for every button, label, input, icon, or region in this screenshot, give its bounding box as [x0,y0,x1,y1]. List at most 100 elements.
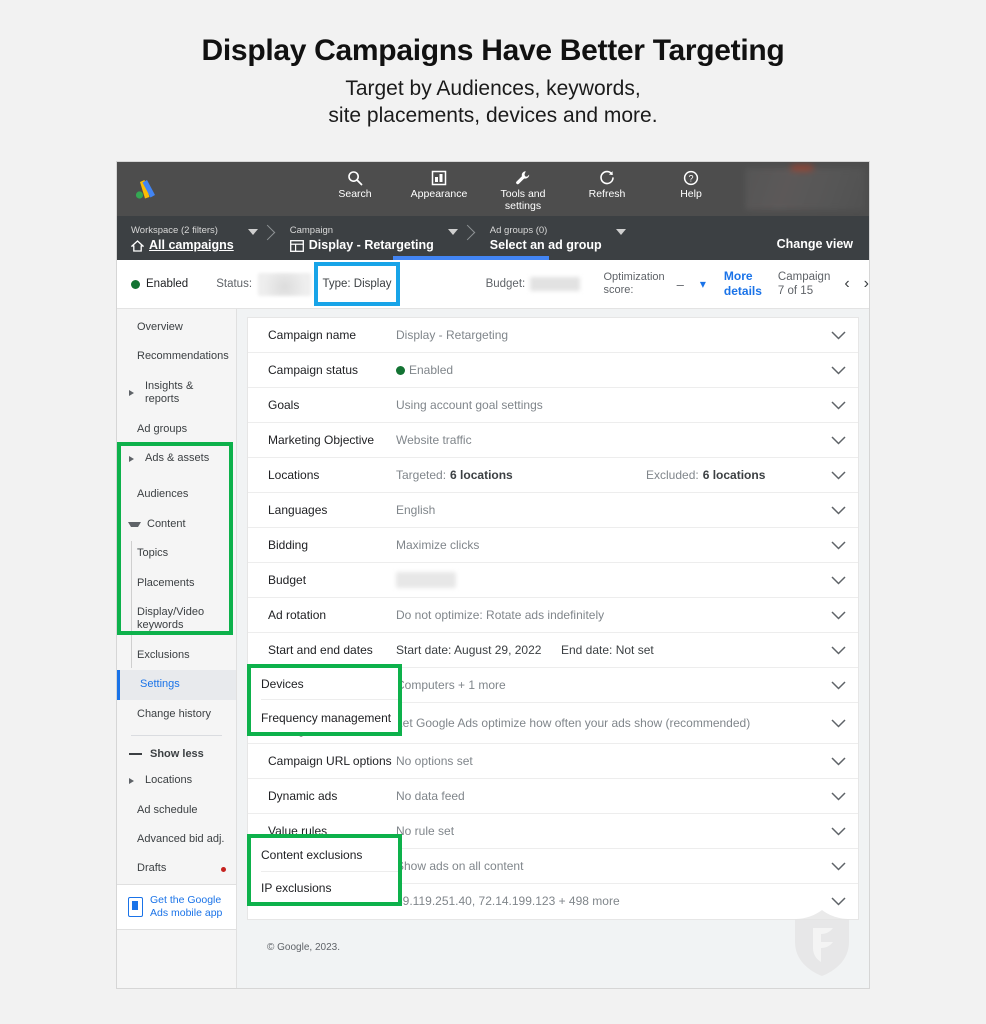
table-row[interactable]: Start and end dates Start date: August 2… [248,633,858,668]
row-value-targeted: Targeted: 6 locations [396,467,513,482]
topnav-appearance[interactable]: Appearance [410,168,468,201]
expand-row-chevron-icon[interactable] [818,330,858,340]
prev-campaign-button[interactable]: ‹ [844,275,849,293]
expand-row-chevron-icon[interactable] [818,505,858,515]
row-value: No data feed [396,788,465,803]
topnav-search[interactable]: Search [326,168,384,201]
home-icon [131,239,144,252]
table-row[interactable]: Goals Using account goal settings [248,388,858,423]
expand-row-chevron-icon[interactable] [818,791,858,801]
table-row[interactable]: Value rules No rule set [248,814,858,849]
refresh-icon [599,168,615,187]
workspace-dropdown-caret-icon[interactable] [247,229,258,235]
sidebar-item-ad-groups[interactable]: Ad groups [117,415,236,444]
type-display-filter[interactable]: Type: Display [314,262,400,306]
breadcrumb-adgroup[interactable]: Ad groups (0) Select an ad group [476,216,604,260]
expand-row-chevron-icon[interactable] [818,540,858,550]
table-row[interactable]: IP exclusions 89.119.251.40, 72.14.199.1… [248,884,858,919]
expand-row-chevron-icon[interactable] [818,897,858,906]
sidebar-show-less-button[interactable]: Show less [117,742,236,766]
sidebar-item-topics[interactable]: Topics [117,539,236,568]
sidebar-item-exclusions[interactable]: Exclusions [117,641,236,670]
table-row[interactable]: Content exclusions Show ads on all conte… [248,849,858,884]
table-row[interactable]: Frequency management Let Google Ads opti… [248,703,858,744]
change-view-button[interactable]: Change view [777,237,853,251]
budget-filter-value-masked[interactable] [530,277,580,291]
table-row[interactable]: Campaign status Enabled [248,353,858,388]
expand-triangle-icon [129,390,139,397]
campaign-dropdown-caret-icon[interactable] [447,229,458,235]
campaign-counter: Campaign 7 of 15 [777,270,831,297]
expand-row-chevron-icon[interactable] [818,610,858,620]
sidebar-item-audiences[interactable]: Audiences [117,480,236,509]
row-value: Do not optimize: Rotate ads indefinitely [396,607,605,622]
collapse-triangle-icon [128,522,141,528]
table-row[interactable]: Campaign URL options No options set [248,744,858,779]
search-icon [347,168,363,187]
sidebar-item-ad-schedule[interactable]: Ad schedule [117,796,236,825]
sidebar-item-label: Recommendations [137,350,229,363]
expand-row-chevron-icon[interactable] [818,718,858,728]
topnav-tools-settings[interactable]: Tools and settings [494,168,552,213]
table-row[interactable]: Ad rotation Do not optimize: Rotate ads … [248,598,858,633]
sidebar-item-locations[interactable]: Locations [117,766,236,795]
google-ads-logo-icon [133,178,159,200]
breadcrumb-campaign[interactable]: Campaign Display - Retargeting [276,216,436,260]
chevron-down-icon[interactable]: ▾ [700,277,706,291]
campaign-status-bar: Enabled Status: Type: Display Budget: Op… [117,260,869,309]
table-row[interactable]: Dynamic ads No data feed [248,779,858,814]
breadcrumb-workspace[interactable]: Workspace (2 filters) All campaigns [117,216,236,260]
expand-row-chevron-icon[interactable] [818,756,858,766]
app-top-bar: Search Appearance Tools and settings Ref… [117,162,869,216]
sidebar-item-change-history[interactable]: Change history [117,700,236,729]
sidebar-item-settings[interactable]: Settings [117,670,236,700]
row-key: Value rules [268,823,328,838]
expand-row-chevron-icon[interactable] [818,470,858,480]
expand-row-chevron-icon[interactable] [818,575,858,585]
status-filter-value-masked[interactable] [258,272,311,296]
sidebar-item-content[interactable]: Content [117,510,236,539]
sidebar-item-label: Exclusions [137,648,190,661]
expand-row-chevron-icon[interactable] [818,861,858,871]
row-key: Marketing Objective [268,432,375,447]
sidebar-item-display-video-keywords[interactable]: Display/Video keywords [117,598,236,641]
sidebar-item-drafts[interactable]: Drafts [117,854,236,883]
sidebar-item-placements[interactable]: Placements [117,569,236,598]
row-key: IP exclusions [268,894,339,908]
row-key: Locations [268,467,320,482]
topnav-help[interactable]: ? Help [662,168,720,201]
sidebar-item-label: Insights & reports [145,379,194,406]
get-mobile-app-link[interactable]: Get the Google Ads mobile app [117,883,236,930]
breadcrumb-workspace-sub: Workspace (2 filters) [131,224,218,236]
appearance-icon [431,168,447,187]
expand-row-chevron-icon[interactable] [818,645,858,655]
table-row[interactable]: Devices Computers + 1 more [248,668,858,703]
table-row[interactable]: Languages English [248,493,858,528]
sidebar-item-ads-assets[interactable]: Ads & assets [117,444,236,473]
type-display-label: Type: Display [322,278,392,290]
account-avatar[interactable] [745,168,865,210]
topnav-refresh[interactable]: Refresh [578,168,636,201]
expand-row-chevron-icon[interactable] [818,400,858,410]
expand-row-chevron-icon[interactable] [818,680,858,690]
sidebar-item-overview[interactable]: Overview [117,313,236,342]
sidebar-item-advanced-bid-adj[interactable]: Advanced bid adj. [117,825,236,854]
copyright-footer: © Google, 2023. [267,942,340,953]
expand-row-chevron-icon[interactable] [818,435,858,445]
table-row[interactable]: Bidding Maximize clicks [248,528,858,563]
table-row[interactable]: Budget [248,563,858,598]
next-campaign-button[interactable]: › [864,275,869,293]
status-dot-icon [396,365,405,375]
table-row[interactable]: Marketing Objective Website traffic [248,423,858,458]
sidebar-item-recommendations[interactable]: Recommendations [117,342,236,371]
adgroup-dropdown-caret-icon[interactable] [615,229,626,235]
table-row[interactable]: Locations Targeted: 6 locations Excluded… [248,458,858,493]
page-subtitle-line2: site placements, devices and more. [328,104,658,128]
more-details-link[interactable]: More details [724,269,762,299]
expand-row-chevron-icon[interactable] [818,826,858,836]
topnav-label: Search [338,188,372,200]
sidebar-item-insights-reports[interactable]: Insights & reports [117,372,236,415]
expand-row-chevron-icon[interactable] [818,365,858,375]
row-value-start-date: Start date: August 29, 2022 [396,642,542,657]
table-row[interactable]: Campaign name Display - Retargeting [248,318,858,353]
